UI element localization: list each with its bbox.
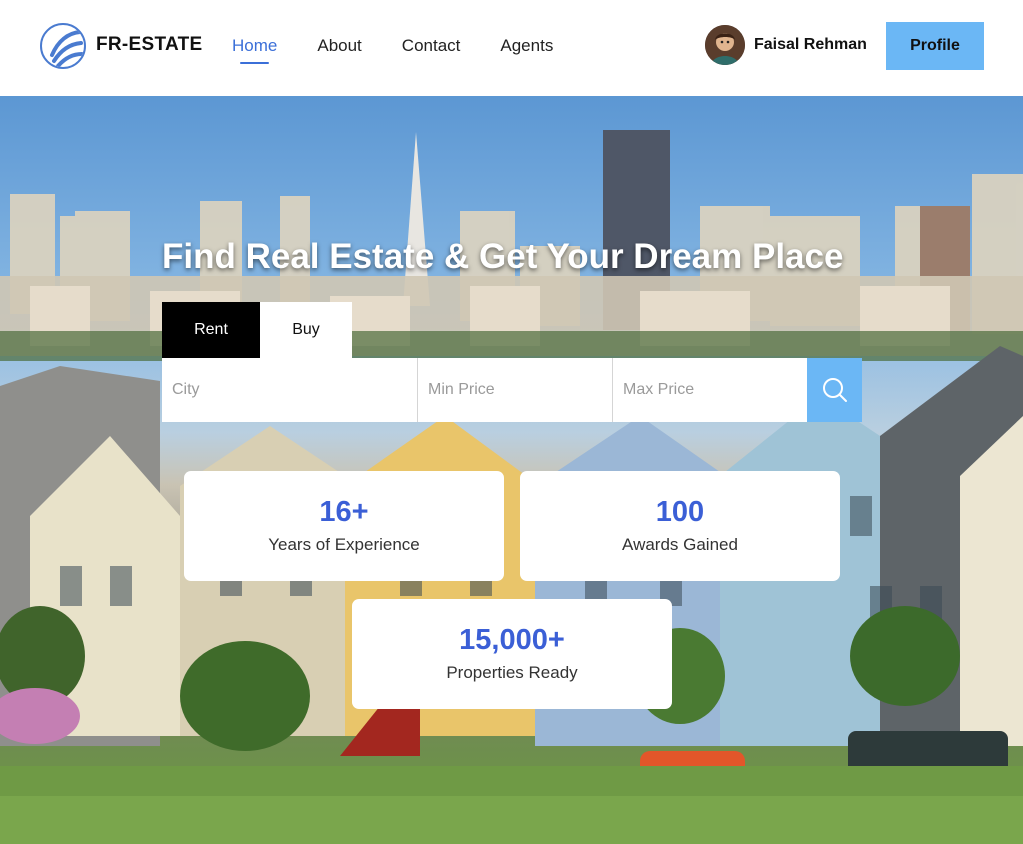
logo-icon[interactable] bbox=[40, 23, 86, 69]
hero-title: Find Real Estate & Get Your Dream Place bbox=[162, 237, 844, 276]
stat-value: 100 bbox=[655, 496, 705, 528]
brand-name[interactable]: FR-ESTATE bbox=[96, 34, 203, 56]
listing-type-tabs: Rent Buy bbox=[162, 302, 352, 358]
nav-about[interactable]: About bbox=[317, 36, 361, 56]
max-price-input[interactable] bbox=[613, 358, 807, 422]
stat-value: 16+ bbox=[319, 496, 369, 528]
hero-section: Find Real Estate & Get Your Dream Place … bbox=[0, 96, 1023, 844]
search-icon bbox=[822, 378, 847, 402]
stat-card-experience: 16+ Years of Experience bbox=[184, 471, 504, 581]
stat-label: Awards Gained bbox=[622, 535, 738, 554]
avatar[interactable] bbox=[705, 25, 745, 65]
stat-label: Properties Ready bbox=[446, 663, 578, 682]
property-search-bar bbox=[162, 358, 862, 422]
tab-rent[interactable]: Rent bbox=[162, 302, 260, 358]
city-input[interactable] bbox=[162, 358, 418, 422]
min-price-input[interactable] bbox=[418, 358, 613, 422]
user-name: Faisal Rehman bbox=[754, 36, 867, 53]
stat-label: Years of Experience bbox=[268, 535, 420, 554]
stat-value: 15,000+ bbox=[459, 624, 565, 656]
search-button[interactable] bbox=[807, 358, 862, 422]
profile-button[interactable]: Profile bbox=[886, 22, 984, 70]
hero-background-image bbox=[0, 130, 1023, 844]
nav-contact[interactable]: Contact bbox=[402, 36, 461, 56]
main-nav: Home About Contact Agents bbox=[232, 36, 593, 64]
site-header: FR-ESTATE Home About Contact Agents Fais… bbox=[0, 0, 1023, 96]
nav-agents[interactable]: Agents bbox=[500, 36, 553, 56]
tab-buy[interactable]: Buy bbox=[260, 302, 352, 358]
nav-home[interactable]: Home bbox=[232, 36, 277, 64]
stat-card-properties: 15,000+ Properties Ready bbox=[352, 599, 672, 709]
stat-card-awards: 100 Awards Gained bbox=[520, 471, 840, 581]
